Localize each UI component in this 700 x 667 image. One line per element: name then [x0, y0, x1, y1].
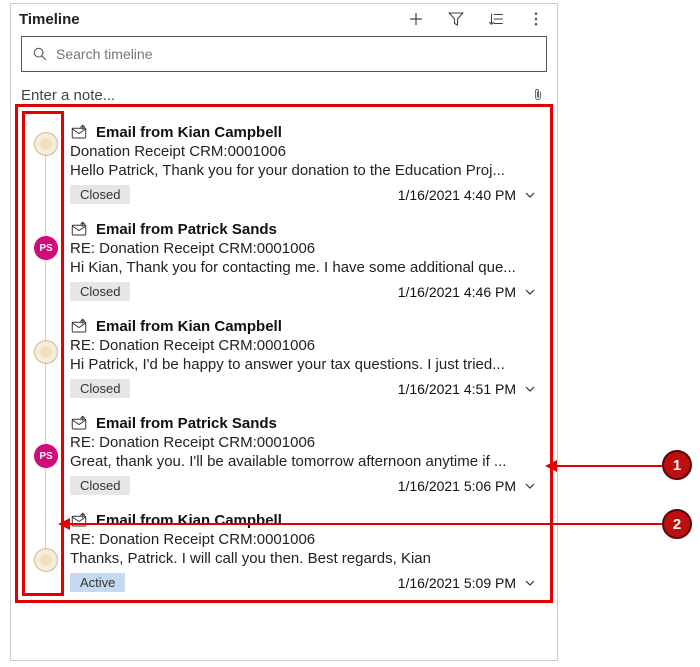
timeline-list-frame: PS PS Email from Kian Campbell Donation Re… — [15, 104, 553, 603]
callout-arrowhead-1 — [545, 460, 557, 472]
entry-subject: RE: Donation Receipt CRM:0001006 — [70, 337, 538, 354]
timeline-header: Timeline — [11, 4, 557, 32]
entry-subject: RE: Donation Receipt CRM:0001006 — [70, 531, 538, 548]
header-actions — [407, 10, 545, 28]
callout-arrow-1 — [557, 465, 662, 467]
chevron-down-icon[interactable] — [522, 575, 538, 591]
entry-header: Email from Kian Campbell — [70, 317, 538, 335]
entry-header: Email from Patrick Sands — [70, 414, 538, 432]
chevron-down-icon[interactable] — [522, 478, 538, 494]
entry-footer: Active 1/16/2021 5:09 PM — [70, 573, 538, 592]
timeline-entry[interactable]: Email from Kian Campbell RE: Donation Rec… — [70, 307, 540, 404]
search-box[interactable] — [21, 36, 547, 72]
callout-2: 2 — [662, 509, 692, 539]
attachment-icon[interactable] — [531, 86, 545, 104]
entry-footer: Closed 1/16/2021 4:40 PM — [70, 185, 538, 204]
entry-body: Thanks, Patrick. I will call you then. B… — [70, 550, 538, 567]
entry-title: Email from Kian Campbell — [96, 512, 282, 529]
timeline-panel: Timeline Enter a note... — [10, 3, 558, 661]
timeline-entry[interactable]: Email from Patrick Sands RE: Donation Rec… — [70, 210, 540, 307]
timeline-entries: Email from Kian Campbell Donation Receipt… — [70, 113, 550, 598]
status-badge: Closed — [70, 282, 130, 301]
email-icon — [70, 317, 88, 335]
search-icon — [32, 46, 48, 62]
entry-subject: Donation Receipt CRM:0001006 — [70, 143, 538, 160]
timeline-title: Timeline — [19, 11, 407, 28]
avatar — [34, 340, 58, 364]
entry-header: Email from Kian Campbell — [70, 511, 538, 529]
entry-date: 1/16/2021 4:40 PM — [398, 187, 516, 203]
chevron-down-icon[interactable] — [522, 187, 538, 203]
more-icon[interactable] — [527, 10, 545, 28]
entry-body: Hi Kian, Thank you for contacting me. I … — [70, 259, 538, 276]
status-badge: Closed — [70, 185, 130, 204]
entry-header: Email from Patrick Sands — [70, 220, 538, 238]
entry-body: Hello Patrick, Thank you for your donati… — [70, 162, 538, 179]
entry-footer: Closed 1/16/2021 4:46 PM — [70, 282, 538, 301]
entry-header: Email from Kian Campbell — [70, 123, 538, 141]
entry-title: Email from Kian Campbell — [96, 124, 282, 141]
entry-footer: Closed 1/16/2021 4:51 PM — [70, 379, 538, 398]
callout-arrow-2 — [70, 523, 662, 525]
add-icon[interactable] — [407, 10, 425, 28]
entry-title: Email from Patrick Sands — [96, 221, 277, 238]
avatar — [34, 132, 58, 156]
entry-title: Email from Kian Campbell — [96, 318, 282, 335]
timeline-entry[interactable]: Email from Kian Campbell RE: Donation Rec… — [70, 501, 540, 598]
email-icon — [70, 123, 88, 141]
entry-body: Great, thank you. I'll be available tomo… — [70, 453, 538, 470]
entry-body: Hi Patrick, I'd be happy to answer your … — [70, 356, 538, 373]
avatar — [34, 548, 58, 572]
timeline-entry[interactable]: Email from Patrick Sands RE: Donation Rec… — [70, 404, 540, 501]
status-badge: Closed — [70, 476, 130, 495]
timeline-entry[interactable]: Email from Kian Campbell Donation Receipt… — [70, 113, 540, 210]
avatar: PS — [34, 236, 58, 260]
email-icon — [70, 220, 88, 238]
note-input-bar[interactable]: Enter a note... — [21, 86, 545, 104]
chevron-down-icon[interactable] — [522, 381, 538, 397]
search-input[interactable] — [56, 46, 536, 62]
entry-subject: RE: Donation Receipt CRM:0001006 — [70, 240, 538, 257]
note-placeholder: Enter a note... — [21, 87, 531, 104]
sort-icon[interactable] — [487, 10, 505, 28]
chevron-down-icon[interactable] — [522, 284, 538, 300]
entry-subject: RE: Donation Receipt CRM:0001006 — [70, 434, 538, 451]
entry-date: 1/16/2021 5:09 PM — [398, 575, 516, 591]
entry-date: 1/16/2021 4:46 PM — [398, 284, 516, 300]
entry-date: 1/16/2021 4:51 PM — [398, 381, 516, 397]
email-icon — [70, 414, 88, 432]
filter-icon[interactable] — [447, 10, 465, 28]
status-badge: Active — [70, 573, 125, 592]
callout-arrowhead-2 — [58, 518, 70, 530]
entry-title: Email from Patrick Sands — [96, 415, 277, 432]
email-icon — [70, 511, 88, 529]
avatar: PS — [34, 444, 58, 468]
entry-date: 1/16/2021 5:06 PM — [398, 478, 516, 494]
status-badge: Closed — [70, 379, 130, 398]
entry-footer: Closed 1/16/2021 5:06 PM — [70, 476, 538, 495]
callout-1: 1 — [662, 450, 692, 480]
